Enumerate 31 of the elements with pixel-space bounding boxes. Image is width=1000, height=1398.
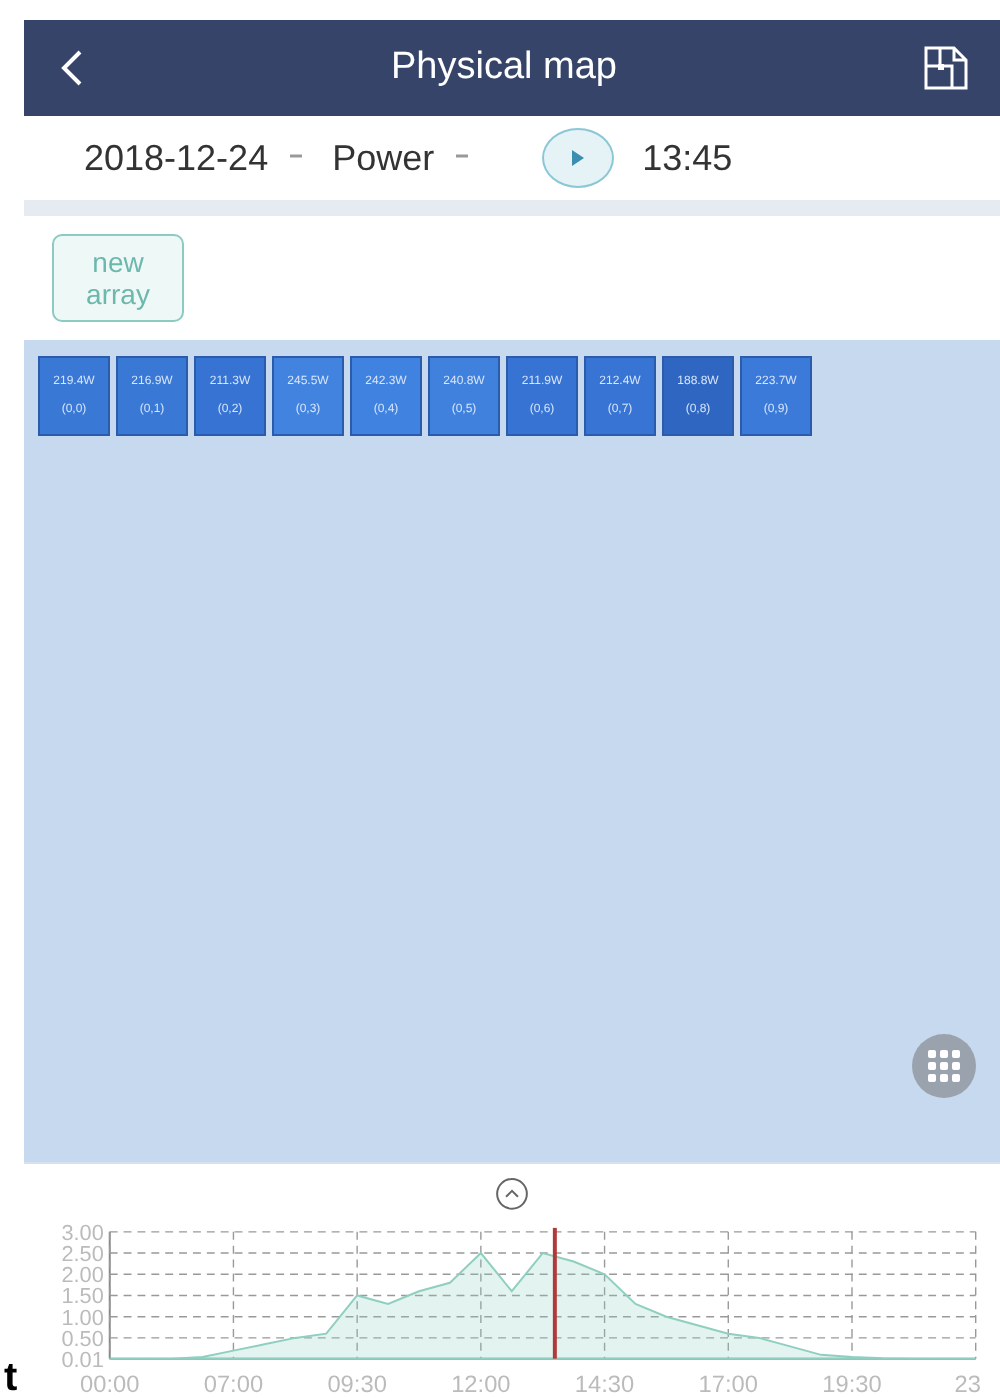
x-tick-label: 23 [954,1370,981,1398]
play-icon [570,148,587,168]
y-tick-label: 1.50 [61,1285,104,1310]
back-icon[interactable] [60,48,84,88]
y-tick-label: 3.00 [61,1221,104,1246]
play-button[interactable] [542,128,615,188]
floor-plan-icon[interactable] [924,46,968,90]
caption-fragment: t [4,1358,18,1398]
x-tick-label: 14:30 [574,1370,635,1398]
x-tick-label: 19:30 [822,1370,882,1398]
page-title: Physical map [391,46,617,90]
date-dropdown[interactable]: 2018-12-24 [84,137,305,179]
grid-icon [928,1050,960,1082]
x-tick-label: 17:00 [698,1370,758,1398]
time-marker-line[interactable] [552,1227,557,1359]
x-tick-label: 00:00 [80,1370,140,1398]
x-tick-label: 12:00 [451,1370,511,1398]
y-tick-label: 2.00 [61,1263,104,1288]
x-tick-label: 09:30 [327,1370,387,1398]
collapse-icon[interactable] [494,1176,530,1212]
dropdown-caret-icon [454,152,471,164]
dropdown-caret-icon [288,152,305,164]
y-tick-label: 1.00 [61,1306,104,1331]
y-tick-label: 0.50 [61,1327,104,1352]
y-tick-label: 0.01 [61,1348,104,1373]
grid-button[interactable] [912,1034,976,1098]
x-tick-label: 07:00 [203,1370,264,1398]
new-array-button[interactable]: new array [52,234,184,322]
y-tick-label: 2.50 [61,1242,104,1267]
metric-dropdown[interactable]: Power [332,137,471,179]
time-label: 13:45 [642,137,733,179]
